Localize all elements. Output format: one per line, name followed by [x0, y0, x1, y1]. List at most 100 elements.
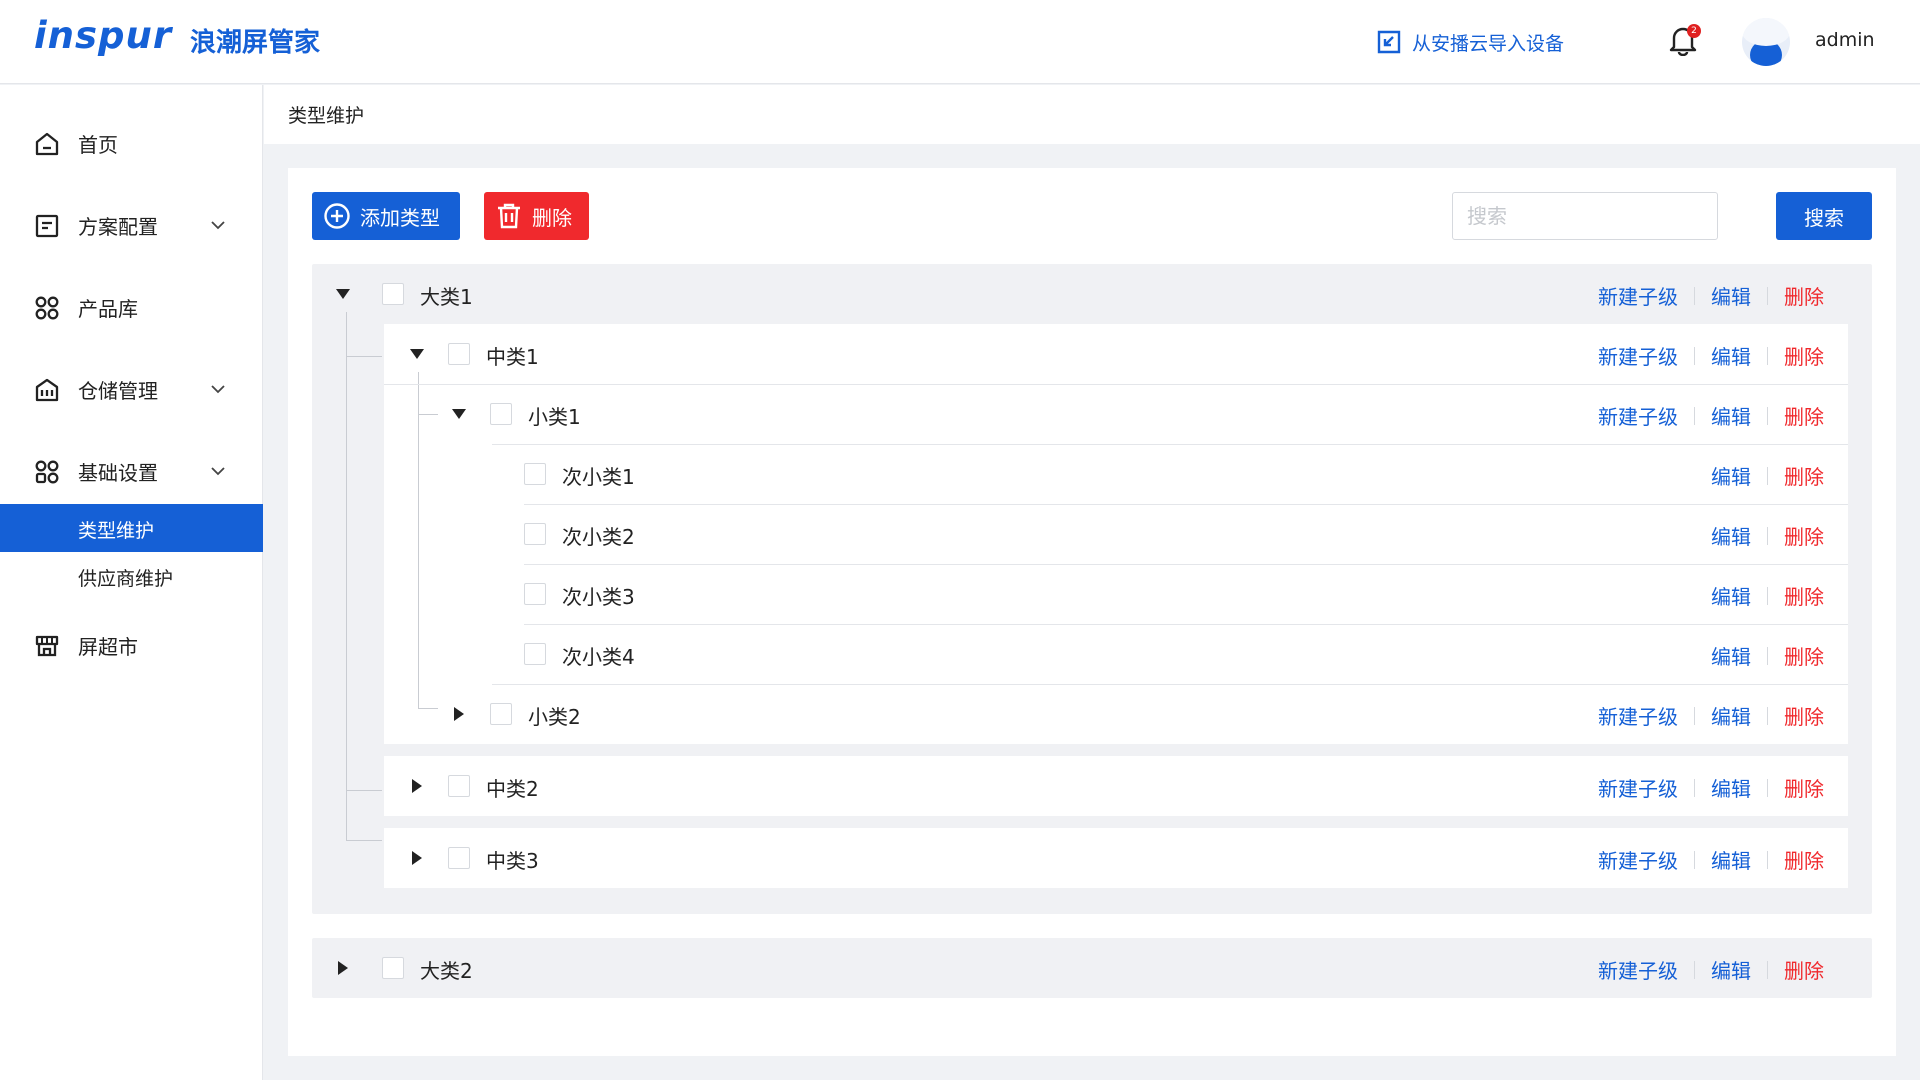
row-checkbox[interactable]	[524, 583, 546, 605]
sidebar-item-products[interactable]: 产品库	[0, 283, 263, 331]
row-actions: 编辑 删除	[1711, 641, 1824, 670]
delete-link[interactable]: 删除	[1784, 701, 1824, 730]
caret-down-icon[interactable]	[334, 285, 352, 303]
search-button-label: 搜索	[1804, 205, 1844, 230]
delete-link[interactable]: 删除	[1784, 581, 1824, 610]
node-name: 小类2	[528, 705, 581, 729]
username-label[interactable]: admin	[1815, 29, 1875, 51]
import-devices-link[interactable]: 从安播云导入设备	[1376, 26, 1564, 58]
edit-link[interactable]: 编辑	[1711, 845, 1751, 874]
row-checkbox[interactable]	[448, 343, 470, 365]
sidebar-subitem-label: 供应商维护	[78, 568, 174, 590]
notification-bell-icon[interactable]: 2	[1668, 24, 1701, 58]
edit-link[interactable]: 编辑	[1711, 641, 1751, 670]
tree-connector	[346, 356, 382, 357]
action-divider	[1767, 778, 1768, 797]
caret-right-icon[interactable]	[408, 849, 426, 867]
action-divider	[1767, 586, 1768, 605]
new-child-link[interactable]: 新建子级	[1598, 701, 1678, 730]
delete-link[interactable]: 删除	[1784, 401, 1824, 430]
new-child-link[interactable]: 新建子级	[1598, 401, 1678, 430]
row-actions: 新建子级 编辑 删除	[1598, 701, 1824, 730]
edit-link[interactable]: 编辑	[1711, 701, 1751, 730]
tree-group-l1-2: 大类2 新建子级 编辑 删除	[312, 938, 1872, 998]
sidebar-item-label: 基础设置	[78, 460, 158, 485]
sidebar: 首页 方案配置 产品库 仓储管理 基础设置 类型维护 供应商维护 屏超市	[0, 85, 263, 1080]
action-divider	[1694, 706, 1695, 725]
row-checkbox[interactable]	[448, 775, 470, 797]
caret-right-icon[interactable]	[450, 705, 468, 723]
node-name: 大类1	[420, 285, 473, 309]
tree-row: 小类1 新建子级 编辑 删除	[384, 384, 1848, 444]
caret-down-icon[interactable]	[408, 345, 426, 363]
sidebar-subitem-type-maintenance[interactable]: 类型维护	[0, 504, 263, 552]
delete-link[interactable]: 删除	[1784, 773, 1824, 802]
tree-group-l2-2: 中类2 新建子级 编辑 删除	[384, 756, 1848, 816]
search-input[interactable]	[1452, 192, 1718, 240]
grid-icon	[35, 296, 59, 320]
sidebar-subitem-supplier-maintenance[interactable]: 供应商维护	[0, 552, 263, 600]
caret-right-icon[interactable]	[408, 777, 426, 795]
user-avatar[interactable]	[1742, 18, 1790, 66]
new-child-link[interactable]: 新建子级	[1598, 773, 1678, 802]
sidebar-item-screen-market[interactable]: 屏超市	[0, 621, 263, 669]
row-checkbox[interactable]	[524, 463, 546, 485]
delete-link[interactable]: 删除	[1784, 521, 1824, 550]
action-divider	[1767, 960, 1768, 979]
row-actions: 新建子级 编辑 删除	[1598, 401, 1824, 430]
document-icon	[35, 214, 59, 238]
add-type-button[interactable]: 添加类型	[312, 192, 460, 240]
new-child-link[interactable]: 新建子级	[1598, 281, 1678, 310]
sidebar-item-settings[interactable]: 基础设置	[0, 447, 263, 495]
new-child-link[interactable]: 新建子级	[1598, 845, 1678, 874]
node-name: 小类1	[528, 405, 581, 429]
action-divider	[1767, 406, 1768, 425]
row-actions: 新建子级 编辑 删除	[1598, 955, 1824, 984]
delete-link[interactable]: 删除	[1784, 281, 1824, 310]
edit-link[interactable]: 编辑	[1711, 461, 1751, 490]
home-icon	[35, 132, 59, 156]
sidebar-item-home[interactable]: 首页	[0, 119, 263, 167]
new-child-link[interactable]: 新建子级	[1598, 955, 1678, 984]
delete-link[interactable]: 删除	[1784, 461, 1824, 490]
tree-row: 小类2 新建子级 编辑 删除	[384, 684, 1848, 744]
sidebar-subitem-label: 类型维护	[78, 520, 155, 542]
row-checkbox[interactable]	[490, 703, 512, 725]
import-label: 从安播云导入设备	[1412, 32, 1565, 55]
delete-link[interactable]: 删除	[1784, 341, 1824, 370]
edit-link[interactable]: 编辑	[1711, 581, 1751, 610]
row-checkbox[interactable]	[490, 403, 512, 425]
brand-logo[interactable]: inspur	[34, 14, 172, 57]
search-button[interactable]: 搜索	[1776, 192, 1872, 240]
edit-link[interactable]: 编辑	[1711, 341, 1751, 370]
row-checkbox[interactable]	[524, 643, 546, 665]
row-checkbox[interactable]	[382, 957, 404, 979]
caret-right-icon[interactable]	[334, 959, 352, 977]
node-name: 中类3	[486, 849, 539, 873]
action-divider	[1767, 706, 1768, 725]
edit-link[interactable]: 编辑	[1711, 401, 1751, 430]
delete-link[interactable]: 删除	[1784, 955, 1824, 984]
sidebar-item-scheme[interactable]: 方案配置	[0, 201, 263, 249]
new-child-link[interactable]: 新建子级	[1598, 341, 1678, 370]
tree-row: 中类3 新建子级 编辑 删除	[384, 828, 1848, 888]
row-checkbox[interactable]	[524, 523, 546, 545]
bulk-delete-button[interactable]: 删除	[484, 192, 589, 240]
delete-link[interactable]: 删除	[1784, 845, 1824, 874]
row-actions: 新建子级 编辑 删除	[1598, 773, 1824, 802]
row-checkbox[interactable]	[448, 847, 470, 869]
edit-link[interactable]: 编辑	[1711, 521, 1751, 550]
edit-link[interactable]: 编辑	[1711, 281, 1751, 310]
breadcrumb: 类型维护	[264, 85, 1920, 144]
sidebar-item-label: 产品库	[78, 296, 138, 321]
delete-link[interactable]: 删除	[1784, 641, 1824, 670]
edit-link[interactable]: 编辑	[1711, 773, 1751, 802]
edit-link[interactable]: 编辑	[1711, 955, 1751, 984]
node-name: 次小类2	[562, 525, 635, 549]
caret-down-icon[interactable]	[450, 405, 468, 423]
row-checkbox[interactable]	[382, 283, 404, 305]
sidebar-item-warehouse[interactable]: 仓储管理	[0, 365, 263, 413]
tree-group-l1-1: 大类1 新建子级 编辑 删除 中类1 新建子级 编辑 删除 小类1 新建子级 编…	[312, 264, 1872, 914]
add-type-label: 添加类型	[360, 205, 440, 230]
row-actions: 编辑 删除	[1711, 461, 1824, 490]
